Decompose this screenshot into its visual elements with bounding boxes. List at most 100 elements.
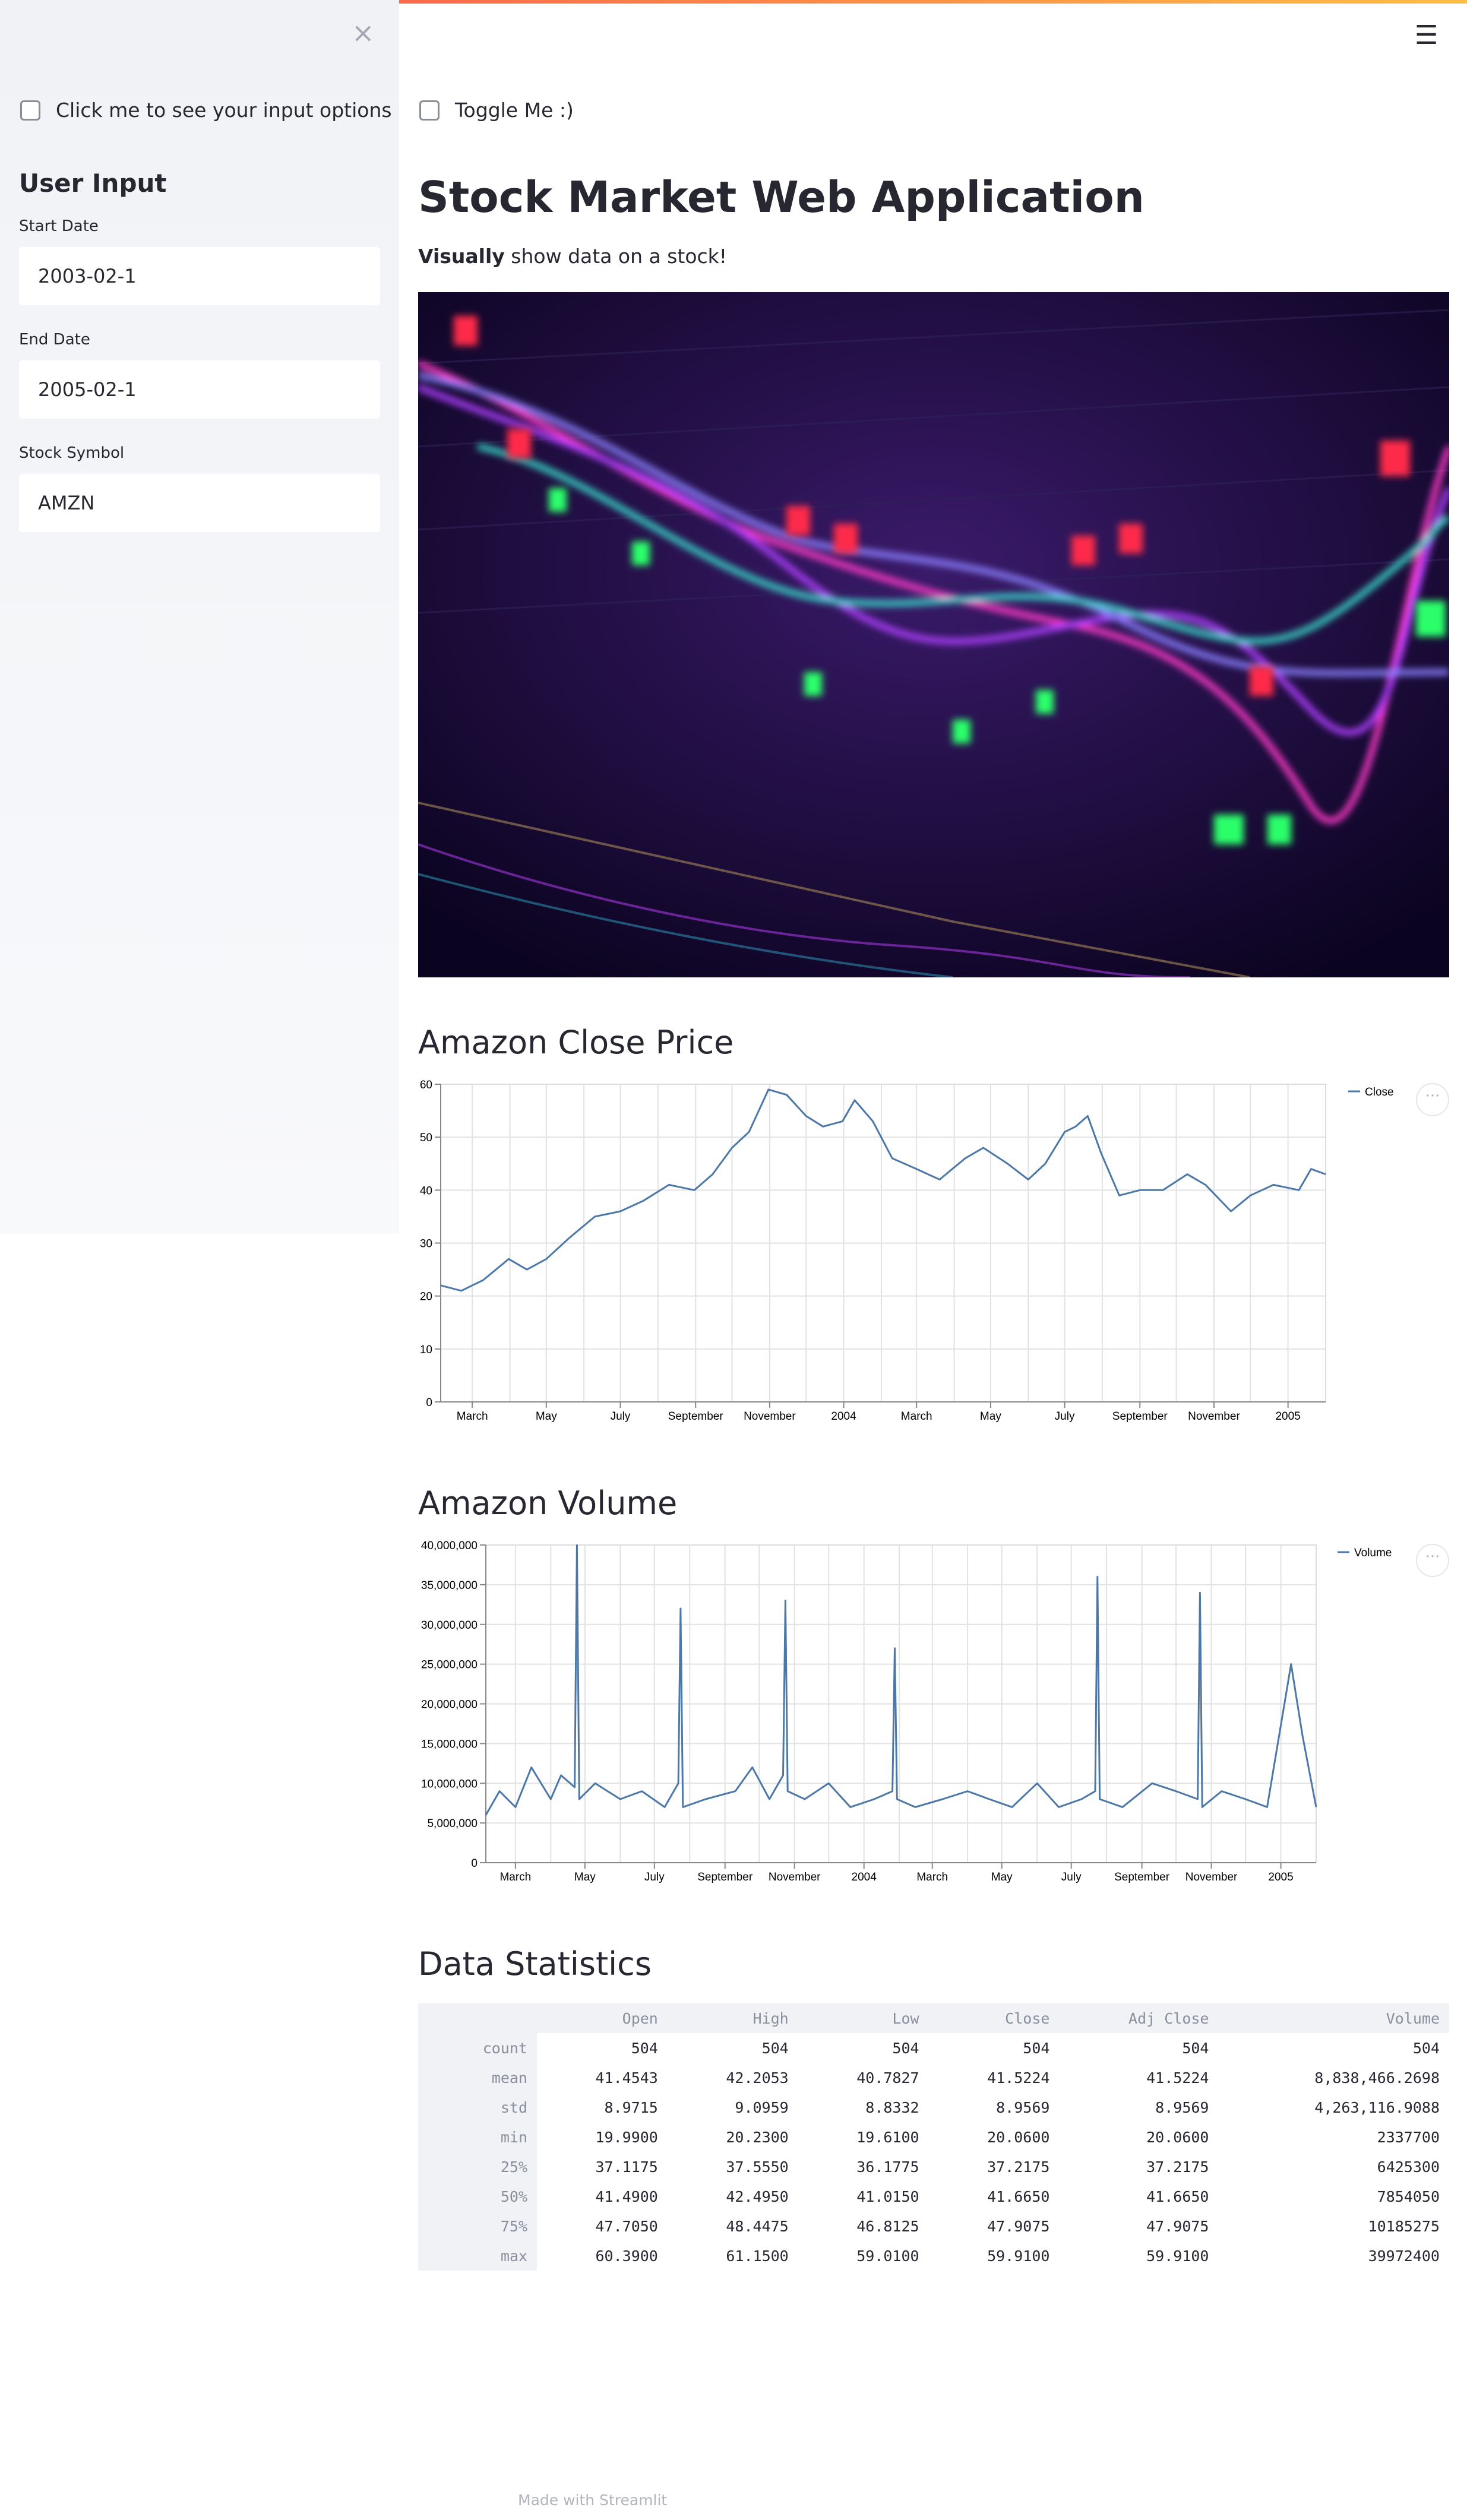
table-row: 25% 37.1175 37.5550 36.1775 37.2175 37.2175 64… [418,2152,1449,2182]
stock-symbol-input[interactable]: AMZN [19,474,380,532]
column-header[interactable]: Adj Close [1059,2003,1219,2033]
x-tick-label: March [457,1410,488,1423]
table-cell: 48.4475 [726,2217,789,2235]
data-statistics-heading: Data Statistics [418,1945,652,1983]
table-cell: 47.9075 [1146,2217,1209,2235]
volume-heading: Amazon Volume [418,1484,678,1522]
column-header[interactable]: Open [537,2003,668,2033]
column-header[interactable]: Volume [1218,2003,1449,2033]
table-cell: 20.0600 [987,2128,1050,2146]
table-row: max 60.3900 61.1500 59.0100 59.9100 59.9100 39… [418,2241,1449,2271]
x-tick-label: 2005 [1275,1410,1300,1423]
y-tick-label: 30 [420,1238,432,1250]
table-cell: 8.9715 [604,2098,658,2116]
table-row: 50% 41.4900 42.4950 41.0150 41.6650 41.6650 78… [418,2182,1449,2211]
x-tick-label: July [1061,1871,1082,1883]
y-tick-label: 5,000,000 [427,1818,478,1830]
table-cell: 8,838,466.2698 [1314,2069,1440,2087]
table-cell: 39972400 [1368,2247,1440,2265]
column-header[interactable]: High [667,2003,798,2033]
row-header: max [418,2241,537,2271]
volume-chart: 0 5,000,000 10,000,000 15,000,000 20,000,000… [421,1540,1392,1883]
table-cell: 504 [1023,2039,1050,2057]
x-tick-label: November [1188,1410,1240,1423]
table-cell: 41.0150 [856,2187,919,2205]
chart-menu-button[interactable]: ··· [1416,1083,1449,1116]
y-tick-label: 15,000,000 [421,1738,478,1750]
table-cell: 60.3900 [595,2247,658,2265]
gridlines [486,1544,1317,1863]
table-cell: 504 [631,2039,658,2057]
y-tick-label: 50 [420,1132,432,1144]
x-tick-label: November [744,1410,796,1423]
end-date-label: End Date [19,331,90,349]
table-cell: 8.9569 [1155,2098,1209,2116]
table-cell: 37.2175 [1146,2158,1209,2176]
y-tick-label: 35,000,000 [421,1579,478,1592]
table-cell: 504 [1182,2039,1209,2057]
close-price-heading: Amazon Close Price [418,1024,734,1061]
row-header: count [418,2033,537,2063]
end-date-input[interactable]: 2005-02-1 [19,360,380,419]
x-tick-label: November [1185,1871,1238,1883]
checkbox-box[interactable] [20,100,40,121]
row-header: min [418,2122,537,2152]
checkbox-label: Click me to see your input options [56,99,392,122]
y-tick-label: 30,000,000 [421,1619,478,1632]
table-cell: 504 [892,2039,919,2057]
table-cell: 37.5550 [726,2158,789,2176]
y-tick-label: 40 [420,1185,432,1197]
table-cell: 8.8332 [865,2098,919,2116]
table-cell: 41.6650 [1146,2187,1209,2205]
chart-menu-button[interactable]: ··· [1416,1544,1449,1577]
start-date-input[interactable]: 2003-02-1 [19,247,380,305]
legend-label: Close [1365,1086,1394,1098]
table-cell: 41.4900 [595,2187,658,2205]
table-cell: 47.9075 [987,2217,1050,2235]
x-tick-label: November [769,1871,821,1883]
table-cell: 4,263,116.9088 [1314,2098,1440,2116]
table-cell: 40.7827 [856,2069,919,2087]
table-cell: 20.2300 [726,2128,789,2146]
y-tick-label: 20,000,000 [421,1699,478,1711]
x-tick-label: May [574,1871,596,1883]
table-cell: 37.1175 [595,2158,658,2176]
table-cell: 10185275 [1368,2217,1440,2235]
table-cell: 59.0100 [856,2247,919,2265]
column-header[interactable] [418,2003,537,2033]
table-row: mean 41.4543 42.2053 40.7827 41.5224 41.5224 8… [418,2063,1449,2092]
input-options-checkbox[interactable]: Click me to see your input options [20,99,392,122]
hamburger-menu-icon[interactable]: ☰ [1415,20,1438,50]
close-sidebar-icon[interactable]: × [352,17,375,49]
table-cell: 46.8125 [856,2217,919,2235]
table-cell: 6425300 [1377,2158,1440,2176]
table-cell: 37.2175 [987,2158,1050,2176]
x-tick-label: September [668,1410,724,1423]
row-header: 75% [418,2211,537,2241]
x-tick-label: 2004 [852,1871,877,1883]
table-cell: 8.9569 [996,2098,1050,2116]
table-cell: 20.0600 [1146,2128,1209,2146]
table-cell: 41.5224 [987,2069,1050,2087]
x-tick-label: July [611,1410,631,1423]
footer-text[interactable]: Made with Streamlit [518,2491,667,2509]
gridlines [441,1084,1326,1403]
row-header: mean [418,2063,537,2092]
table-cell: 19.9900 [595,2128,658,2146]
table-cell: 47.7050 [595,2217,658,2235]
toggle-checkbox-box[interactable] [419,100,440,121]
toggle-checkbox[interactable]: Toggle Me :) [419,99,574,122]
y-tick-label: 0 [471,1857,478,1870]
table-cell: 504 [761,2039,789,2057]
column-header[interactable]: Close [928,2003,1060,2033]
table-header-row: Open High Low Close Adj Close Volume [418,2003,1449,2033]
row-header: 50% [418,2182,537,2211]
table-cell: 36.1775 [856,2158,919,2176]
start-date-label: Start Date [19,217,99,235]
table-cell: 42.4950 [726,2187,789,2205]
x-tick-label: March [916,1871,948,1883]
column-header[interactable]: Low [798,2003,929,2033]
table-cell: 41.5224 [1146,2069,1209,2087]
stock-chart-image [418,292,1449,977]
statistics-table: Open High Low Close Adj Close Volume cou… [418,2003,1449,2271]
